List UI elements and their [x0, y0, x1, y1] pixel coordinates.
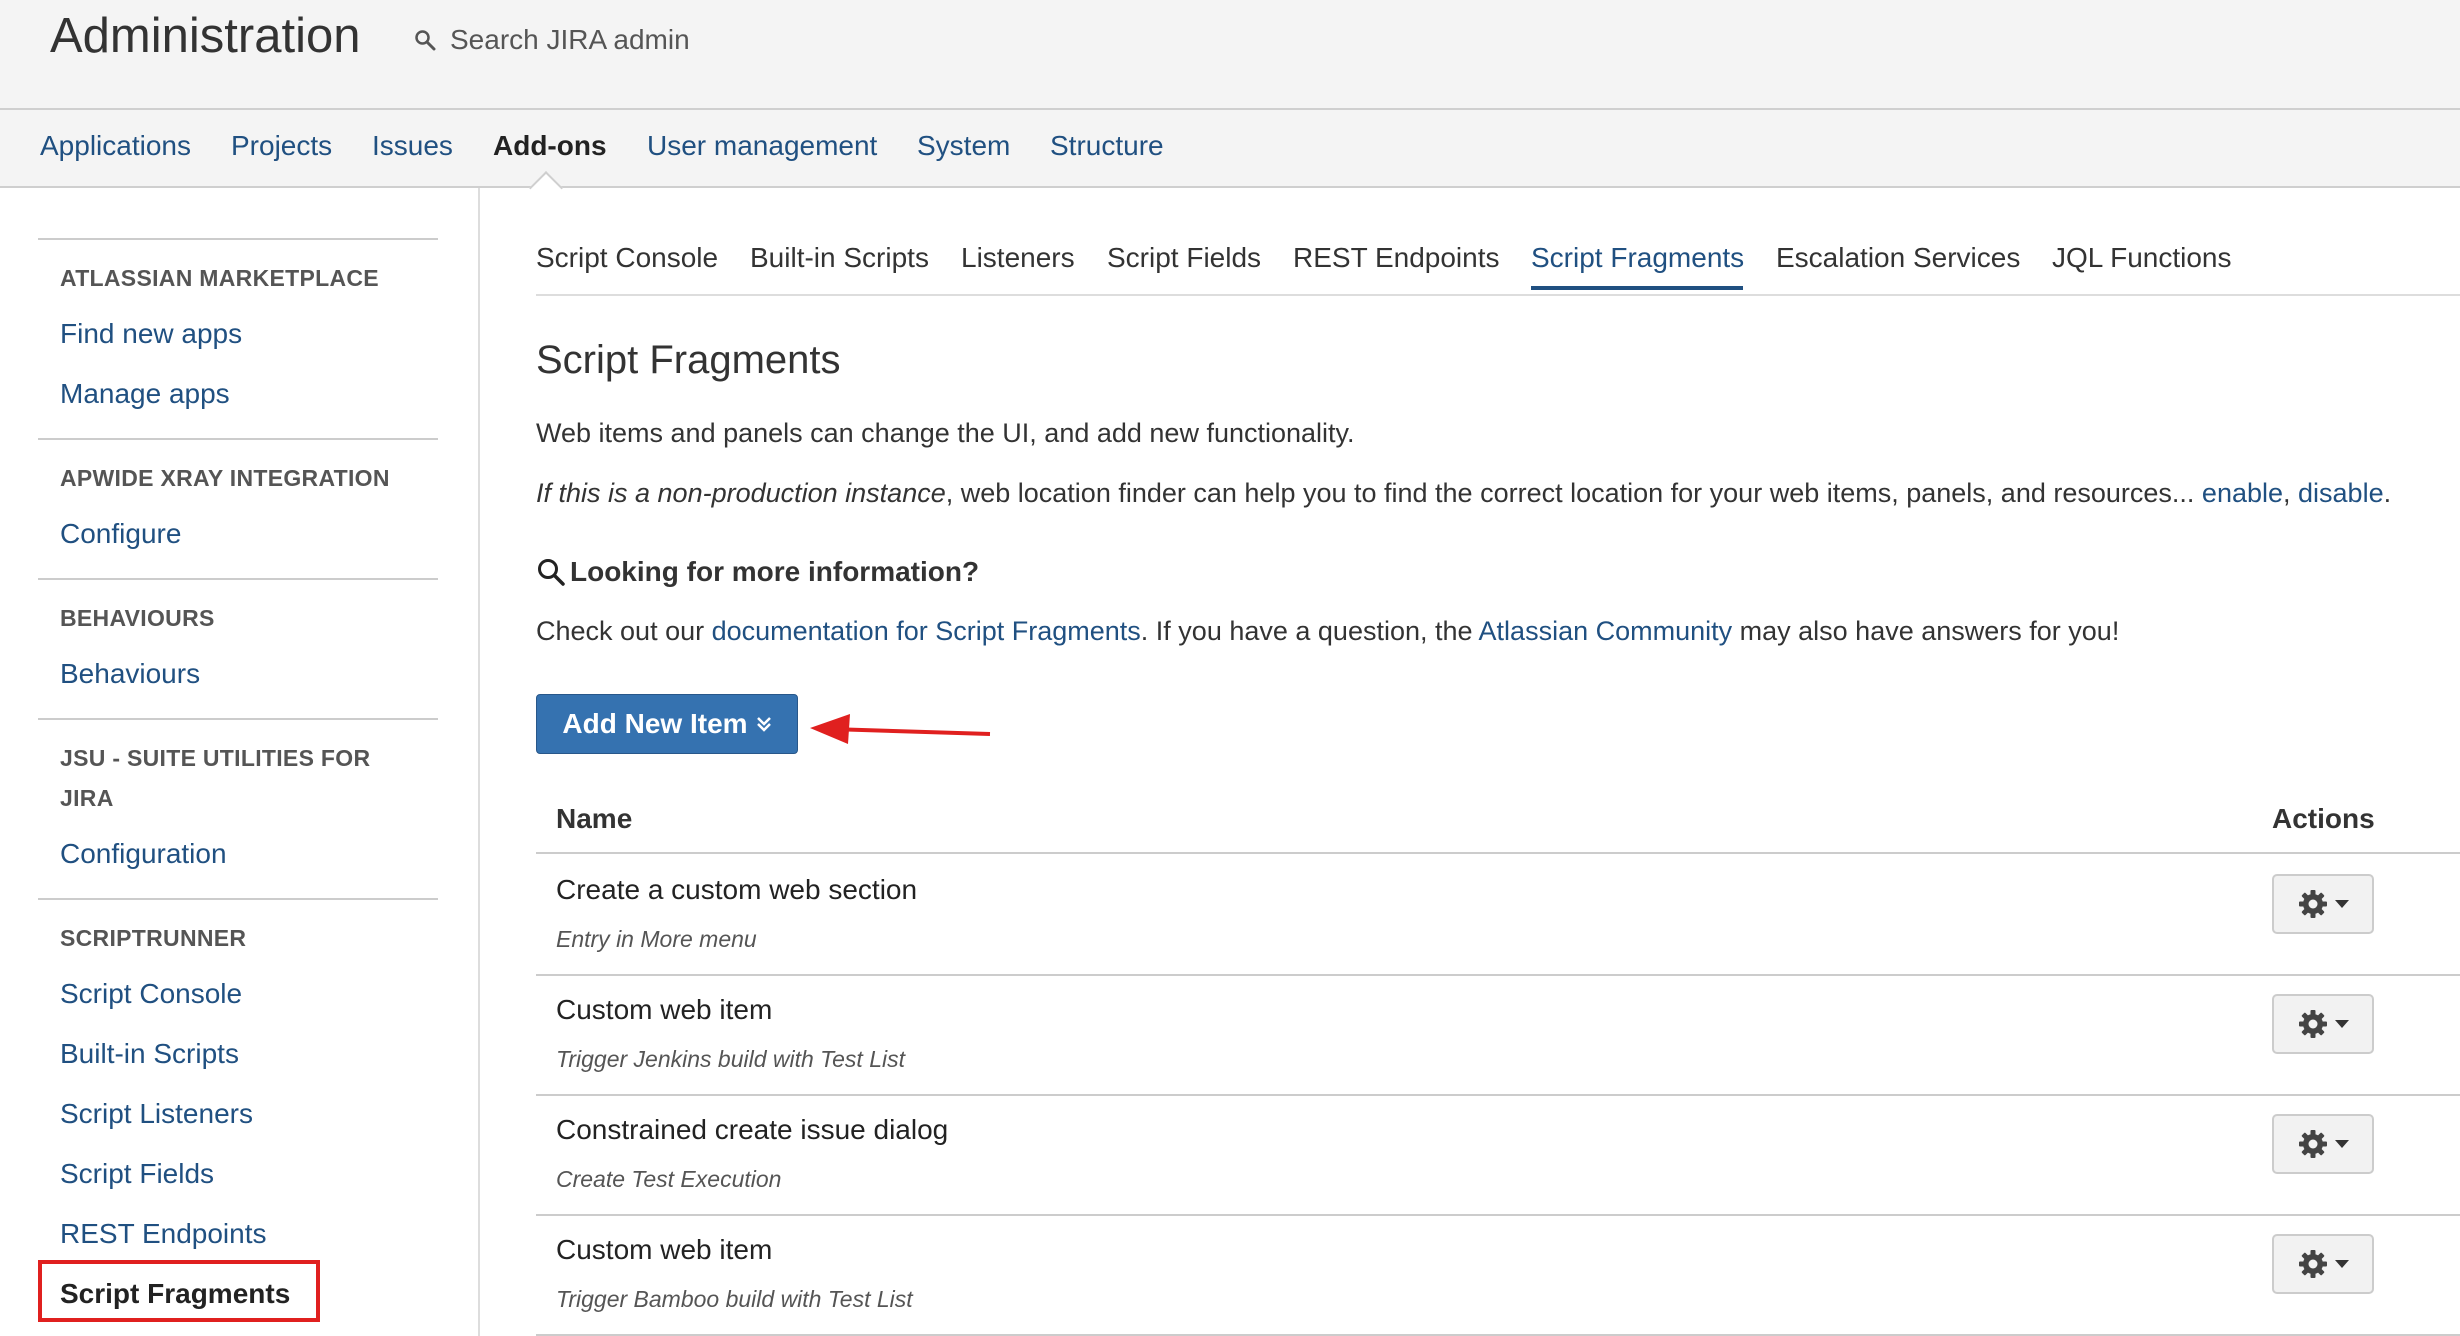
topnav-user-management[interactable]: User management [647, 130, 877, 162]
caret-down-icon [2335, 1020, 2349, 1028]
scriptrunner-tabs: Script Console Built-in Scripts Listener… [536, 228, 2460, 296]
tab-jql-functions[interactable]: JQL Functions [2052, 242, 2231, 274]
finder-end: . [2383, 478, 2392, 508]
tab-rest-endpoints[interactable]: REST Endpoints [1293, 242, 1500, 274]
tab-script-fields[interactable]: Script Fields [1107, 242, 1261, 274]
sidebar-item-built-in-scripts[interactable]: Built-in Scripts [60, 1038, 239, 1070]
sidebar-heading-marketplace: ATLASSIAN MARKETPLACE [60, 265, 379, 291]
section-title: Script Fragments [536, 338, 841, 382]
topnav-applications[interactable]: Applications [40, 130, 191, 162]
admin-top-nav: Applications Projects Issues Add-ons Use… [0, 110, 2460, 188]
sidebar-divider [38, 898, 438, 900]
table-row: Create a custom web section Entry in Mor… [536, 854, 2460, 976]
row-name: Custom web item [556, 994, 773, 1025]
sidebar-item-script-console[interactable]: Script Console [60, 978, 242, 1010]
sidebar-item-script-listeners[interactable]: Script Listeners [60, 1098, 253, 1130]
table-row: Constrained create issue dialog Create T… [536, 1094, 2460, 1216]
topnav-structure[interactable]: Structure [1050, 130, 1164, 162]
sidebar-divider [38, 578, 438, 580]
highlight-box [38, 1260, 320, 1322]
tab-escalation-services[interactable]: Escalation Services [1776, 242, 2020, 274]
sidebar-heading-behaviours: BEHAVIOURS [60, 605, 215, 631]
active-tab-underline [1531, 286, 1743, 290]
disable-link[interactable]: disable [2298, 478, 2384, 508]
row-description: Create Test Execution [556, 1166, 782, 1192]
gear-icon [2299, 890, 2327, 918]
row-name: Custom web item [556, 1234, 773, 1265]
row-name: Constrained create issue dialog [556, 1114, 949, 1145]
sidebar-divider [38, 238, 438, 240]
caret-down-icon [2335, 1260, 2349, 1268]
page-title: Administration [50, 9, 361, 63]
search-placeholder: Search JIRA admin [450, 24, 690, 55]
intro-text: Web items and panels can change the UI, … [536, 418, 1355, 448]
row-name: Create a custom web section [556, 874, 918, 905]
sidebar-heading-jsu: JSU - SUITE UTILITIES FOR JIRA [60, 745, 371, 811]
caret-down-icon [2335, 1140, 2349, 1148]
finder-italic: If this is a non-production instance [536, 478, 946, 508]
admin-search[interactable]: Search JIRA admin [414, 20, 690, 60]
table-row: Custom web item Trigger Bamboo build wit… [536, 1214, 2460, 1336]
gear-icon [2299, 1130, 2327, 1158]
topnav-issues[interactable]: Issues [372, 130, 453, 162]
sidebar-item-script-fields[interactable]: Script Fields [60, 1158, 214, 1190]
info-heading-text: Looking for more information? [570, 556, 980, 587]
sidebar-item-configuration[interactable]: Configuration [60, 838, 227, 870]
sidebar-divider [38, 438, 438, 440]
add-new-item-button[interactable]: Add New Item [536, 694, 798, 754]
sidebar-divider [38, 718, 438, 720]
info-post: may also have answers for you! [1732, 616, 2120, 646]
info-heading: Looking for more information? [536, 556, 979, 588]
info-mid: . If you have a question, the [1140, 616, 1479, 646]
finder-sep: , [2283, 478, 2299, 508]
finder-text: If this is a non-production instance, we… [536, 478, 2391, 509]
sidebar: ATLASSIAN MARKETPLACE Find new apps Mana… [0, 188, 480, 1336]
admin-header: Administration Search JIRA admin [0, 0, 2460, 110]
enable-link[interactable]: enable [2202, 478, 2283, 508]
gear-icon [2299, 1250, 2327, 1278]
info-text: Check out our documentation for Script F… [536, 616, 2119, 647]
finder-body: , web location finder can help you to fi… [945, 478, 2202, 508]
sidebar-item-configure[interactable]: Configure [60, 518, 181, 550]
column-header-actions: Actions [2272, 803, 2375, 834]
sidebar-item-rest-endpoints[interactable]: REST Endpoints [60, 1218, 267, 1250]
row-actions-button[interactable] [2272, 1234, 2374, 1294]
column-header-name: Name [556, 803, 633, 834]
row-actions-button[interactable] [2272, 994, 2374, 1054]
gear-icon [2299, 1010, 2327, 1038]
sidebar-heading-scriptrunner: SCRIPTRUNNER [60, 925, 247, 951]
topnav-projects[interactable]: Projects [231, 130, 332, 162]
table-row: Custom web item Trigger Jenkins build wi… [536, 974, 2460, 1096]
tab-listeners[interactable]: Listeners [961, 242, 1075, 274]
row-description: Trigger Bamboo build with Test List [556, 1286, 913, 1312]
sidebar-heading-apwide: APWIDE XRAY INTEGRATION [60, 465, 390, 491]
row-description: Entry in More menu [556, 926, 757, 952]
community-link[interactable]: Atlassian Community [1479, 616, 1733, 646]
tab-built-in-scripts[interactable]: Built-in Scripts [750, 242, 929, 274]
sidebar-item-find-new-apps[interactable]: Find new apps [60, 318, 242, 350]
documentation-link[interactable]: documentation for Script Fragments [712, 616, 1141, 646]
row-actions-button[interactable] [2272, 1114, 2374, 1174]
red-arrow-annotation [810, 714, 991, 744]
search-icon [415, 30, 436, 51]
sidebar-item-manage-apps[interactable]: Manage apps [60, 378, 230, 410]
info-pre: Check out our [536, 616, 712, 646]
topnav-add-ons[interactable]: Add-ons [493, 130, 607, 162]
sidebar-item-behaviours[interactable]: Behaviours [60, 658, 200, 690]
double-chevron-down-icon [756, 717, 771, 732]
tab-script-fragments[interactable]: Script Fragments [1531, 242, 1744, 274]
caret-down-icon [2335, 900, 2349, 908]
add-new-item-label: Add New Item [562, 708, 748, 739]
tab-script-console[interactable]: Script Console [536, 242, 718, 274]
search-icon [538, 559, 565, 586]
row-actions-button[interactable] [2272, 874, 2374, 934]
topnav-system[interactable]: System [917, 130, 1010, 162]
row-description: Trigger Jenkins build with Test List [556, 1046, 905, 1072]
